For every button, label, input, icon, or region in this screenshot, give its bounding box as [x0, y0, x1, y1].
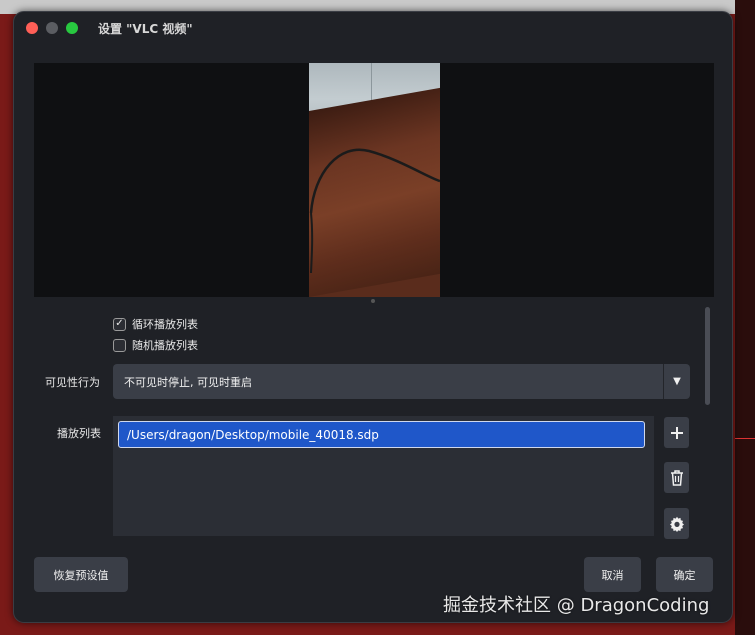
shuffle-playlist-checkbox[interactable] — [113, 338, 126, 352]
playlist-item-settings-button[interactable] — [664, 508, 689, 539]
desktop-background-line — [735, 438, 755, 439]
playlist-label: 播放列表 — [57, 427, 101, 440]
visibility-selected-value: 不可见时停止, 可见时重启 — [124, 375, 252, 389]
title-bar[interactable]: 设置 "VLC 视频" — [14, 12, 732, 44]
loop-playlist-checkbox[interactable]: ✓ — [113, 317, 126, 331]
video-cable — [309, 148, 440, 274]
shuffle-playlist-option[interactable]: 随机播放列表 — [113, 337, 198, 353]
cancel-button[interactable]: 取消 — [584, 557, 641, 592]
ok-button[interactable]: 确定 — [656, 557, 713, 592]
close-window-button[interactable] — [26, 22, 38, 34]
form-scrollbar[interactable] — [705, 307, 710, 405]
playlist-item[interactable]: /Users/dragon/Desktop/mobile_40018.sdp — [118, 421, 645, 448]
restore-defaults-button[interactable]: 恢复预设值 — [34, 557, 128, 592]
chevron-down-icon[interactable]: ▼ — [663, 364, 690, 399]
settings-dialog: 设置 "VLC 视频" ✓ 循环播放列表 随机播放列表 可见性行为 不可见时停止… — [13, 11, 733, 623]
trash-icon — [670, 469, 683, 486]
visibility-select[interactable]: 不可见时停止, 可见时重启 ▼ — [113, 364, 690, 399]
loop-playlist-label: 循环播放列表 — [132, 318, 198, 331]
visibility-label: 可见性行为 — [45, 376, 100, 389]
playlist-list[interactable]: /Users/dragon/Desktop/mobile_40018.sdp — [113, 416, 654, 536]
loop-playlist-option[interactable]: ✓ 循环播放列表 — [113, 316, 198, 332]
minimize-window-button[interactable] — [46, 22, 58, 34]
preview-resize-handle[interactable] — [371, 299, 375, 303]
video-preview — [34, 63, 714, 297]
remove-playlist-item-button[interactable] — [664, 462, 689, 493]
add-playlist-item-button[interactable] — [664, 417, 689, 448]
shuffle-playlist-label: 随机播放列表 — [132, 339, 198, 352]
desktop-background-right — [735, 0, 755, 635]
maximize-window-button[interactable] — [66, 22, 78, 34]
checkmark-icon: ✓ — [115, 318, 124, 329]
watermark: 掘金技术社区 @ DragonCoding — [443, 595, 710, 616]
window-title: 设置 "VLC 视频" — [98, 22, 193, 36]
plus-icon — [670, 426, 683, 439]
video-frame — [309, 63, 440, 297]
gear-icon — [669, 516, 684, 532]
